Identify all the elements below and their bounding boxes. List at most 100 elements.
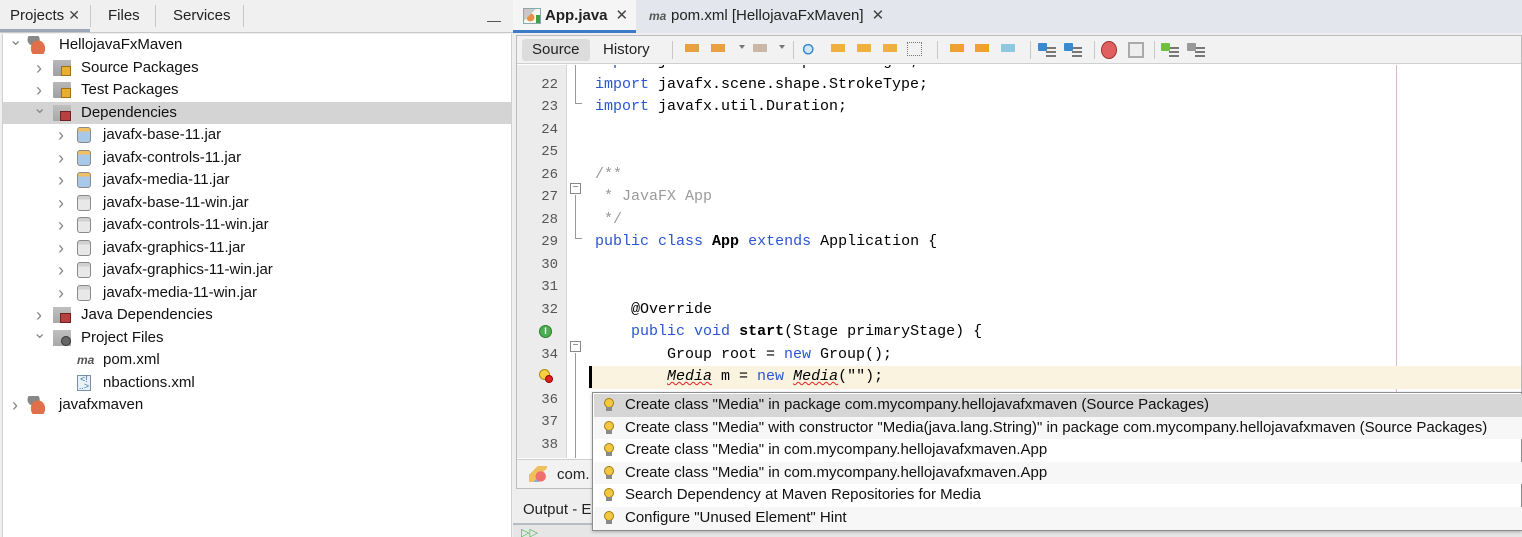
dropdown-arrow-icon[interactable] xyxy=(739,45,745,49)
chevron-right-icon[interactable]: › xyxy=(55,282,67,304)
minimize-icon[interactable] xyxy=(487,6,501,22)
code-line[interactable]: import javafx.scene.shape.Rectangle; xyxy=(589,65,1521,74)
tree-node[interactable]: ⌄ HellojavaFxMaven xyxy=(3,32,511,56)
tab-app-java[interactable]: App.java ✕ xyxy=(513,0,637,33)
last-edit-icon[interactable] xyxy=(682,41,700,59)
jar-gray-icon xyxy=(77,239,91,256)
current-code-line[interactable]: Media m = new Media(""); xyxy=(589,366,1521,389)
tab-files[interactable]: Files xyxy=(98,0,150,32)
hint-item[interactable]: Create class "Media" in com.mycompany.he… xyxy=(594,439,1522,462)
tree-node[interactable]: ⌄ Dependencies xyxy=(3,100,511,124)
uncomment-icon[interactable] xyxy=(1187,41,1205,59)
close-icon[interactable]: ✕ xyxy=(872,7,885,24)
find-previous-icon[interactable] xyxy=(828,41,846,59)
close-icon[interactable]: ✕ xyxy=(616,7,629,24)
java-dependencies-folder-icon xyxy=(53,307,71,323)
tree-node[interactable]: › Test Packages xyxy=(3,79,511,101)
fold-guide xyxy=(575,103,582,104)
code-line[interactable]: @Override xyxy=(589,299,1521,322)
code-line[interactable]: */ xyxy=(589,209,1521,232)
toggle-bookmark-icon[interactable] xyxy=(998,41,1016,59)
project-tree: ⌄ HellojavaFxMaven › Source Packages › Test P… xyxy=(2,32,512,537)
hint-item[interactable]: Search Dependency at Maven Repositories … xyxy=(594,484,1522,507)
code-line[interactable] xyxy=(589,254,1521,277)
tree-node[interactable]: › javafx-controls-11.jar xyxy=(3,147,511,169)
chevron-right-icon[interactable]: › xyxy=(55,259,67,281)
chevron-right-icon[interactable]: › xyxy=(55,192,67,214)
tree-node[interactable]: › javafx-media-11-win.jar xyxy=(3,282,511,304)
code-token: Group root = xyxy=(595,345,785,363)
toggle-highlight-icon[interactable] xyxy=(880,41,898,59)
code-line[interactable]: Group root = new Group(); xyxy=(589,344,1521,367)
comment-icon[interactable] xyxy=(1161,41,1179,59)
previous-bookmark-icon[interactable] xyxy=(947,41,965,59)
tab-projects[interactable]: Projects ✕ xyxy=(0,0,90,32)
tree-node[interactable]: › javafx-base-11-win.jar xyxy=(3,192,511,214)
dropdown-arrow-icon[interactable] xyxy=(779,45,785,49)
tree-node[interactable]: › javafx-base-11.jar xyxy=(3,124,511,146)
code-line[interactable]: * JavaFX App xyxy=(589,186,1521,209)
code-line[interactable] xyxy=(589,276,1521,299)
tree-node[interactable]: ma pom.xml xyxy=(3,349,511,371)
shift-left-icon[interactable] xyxy=(1038,41,1056,59)
find-selection-icon[interactable] xyxy=(800,41,818,59)
tree-node[interactable]: › Source Packages xyxy=(3,57,511,79)
find-next-icon[interactable] xyxy=(854,41,872,59)
tree-node[interactable]: › javafx-controls-11-win.jar xyxy=(3,214,511,236)
shift-right-icon[interactable] xyxy=(1064,41,1082,59)
stop-macro-icon[interactable] xyxy=(1128,42,1144,58)
rerun-icon[interactable]: ▷▷ xyxy=(521,526,538,537)
history-view-button[interactable]: History xyxy=(593,39,660,61)
keyword-token: import xyxy=(595,75,650,93)
chevron-down-icon[interactable]: ⌄ xyxy=(33,323,46,345)
rectangular-selection-icon[interactable] xyxy=(907,42,922,56)
code-line[interactable]: import javafx.util.Duration; xyxy=(589,96,1521,119)
code-line[interactable]: import javafx.scene.shape.StrokeType; xyxy=(589,74,1521,97)
tree-node[interactable]: › javafxmaven xyxy=(3,394,511,416)
tree-node[interactable]: › javafx-graphics-11-win.jar xyxy=(3,259,511,281)
tree-node[interactable]: › javafx-graphics-11.jar xyxy=(3,237,511,259)
error-hint-bulb-icon[interactable] xyxy=(539,369,553,385)
code-line[interactable] xyxy=(589,119,1521,142)
tab-pom-xml[interactable]: ma pom.xml [HellojavaFxMaven] ✕ xyxy=(639,0,892,33)
fold-toggle[interactable]: − xyxy=(570,341,581,352)
forward-icon[interactable] xyxy=(750,41,768,59)
tree-node[interactable]: ⌄ Project Files xyxy=(3,325,511,349)
tree-node-label: Dependencies xyxy=(81,103,177,121)
tree-node[interactable]: › javafx-media-11.jar xyxy=(3,169,511,191)
chevron-down-icon[interactable]: ⌄ xyxy=(9,30,22,52)
chevron-right-icon[interactable]: › xyxy=(55,147,67,169)
chevron-down-icon[interactable]: ⌄ xyxy=(33,98,46,120)
code-line[interactable]: public void start(Stage primaryStage) { xyxy=(589,321,1521,344)
start-macro-icon[interactable] xyxy=(1101,41,1117,59)
chevron-right-icon[interactable]: › xyxy=(55,237,67,259)
tree-node[interactable]: <! ..> nbactions.xml xyxy=(3,372,511,394)
chevron-right-icon[interactable]: › xyxy=(55,214,67,236)
jar-icon xyxy=(77,149,91,166)
code-line[interactable] xyxy=(589,141,1521,164)
code-line[interactable]: public class App extends Application { xyxy=(589,231,1521,254)
tree-node[interactable]: › Java Dependencies xyxy=(3,304,511,326)
navigation-breadcrumb[interactable]: com. xyxy=(557,460,590,489)
hint-item[interactable]: Create class "Media" in package com.myco… xyxy=(594,394,1522,417)
next-bookmark-icon[interactable] xyxy=(972,41,990,59)
code-line[interactable]: /** xyxy=(589,164,1521,187)
tree-node-label: javafx-base-11-win.jar xyxy=(103,193,249,211)
implements-method-icon[interactable]: I xyxy=(539,325,552,338)
fold-toggle[interactable]: − xyxy=(570,183,581,194)
hint-item[interactable]: Create class "Media" with constructor "M… xyxy=(594,416,1522,440)
hint-item[interactable]: Create class "Media" in com.mycompany.he… xyxy=(594,461,1522,485)
chevron-right-icon[interactable]: › xyxy=(55,124,67,146)
tab-services[interactable]: Services xyxy=(163,0,241,32)
lightbulb-icon xyxy=(604,488,614,502)
output-window-title[interactable]: Output - E xyxy=(523,500,591,520)
source-view-button[interactable]: Source xyxy=(522,39,590,61)
chevron-right-icon[interactable]: › xyxy=(55,169,67,191)
back-icon[interactable] xyxy=(708,41,726,59)
hint-item[interactable]: Configure "Unused Element" Hint xyxy=(594,507,1522,530)
chevron-right-icon[interactable]: › xyxy=(9,394,21,416)
tree-node-label: pom.xml xyxy=(103,351,160,368)
tree-node-label: Test Packages xyxy=(81,81,179,98)
chevron-right-icon[interactable]: › xyxy=(33,57,45,79)
close-icon[interactable]: ✕ xyxy=(68,7,80,23)
